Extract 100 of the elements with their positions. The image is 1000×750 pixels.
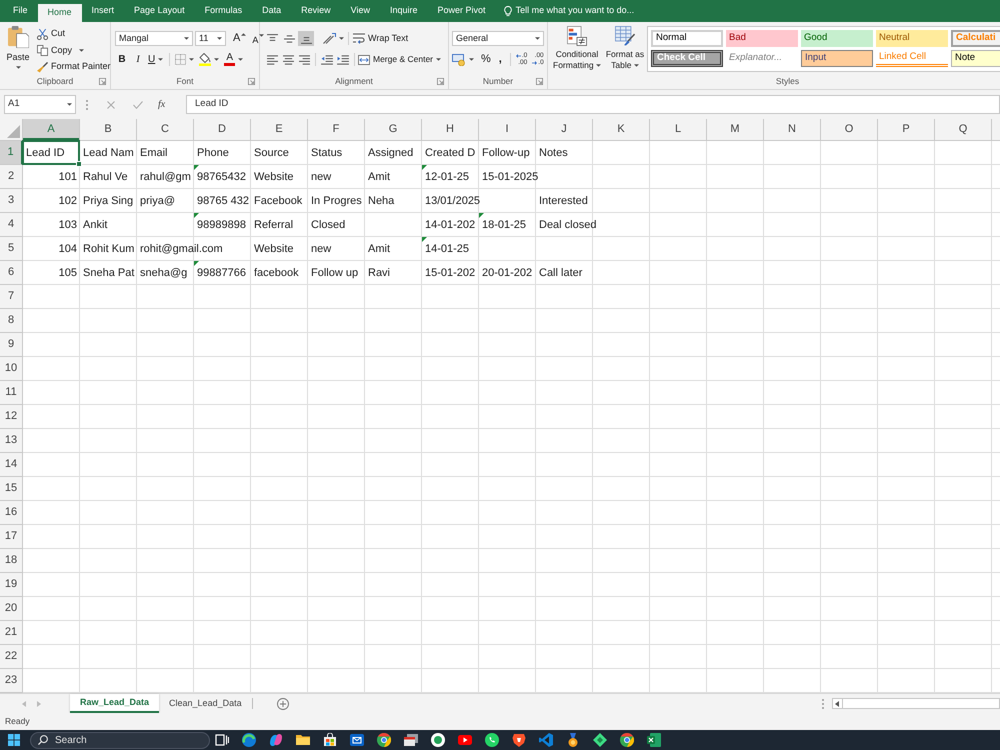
folder-icon[interactable] — [296, 733, 310, 747]
row-header[interactable]: 11 — [0, 381, 23, 405]
font-size-select[interactable]: 11 — [195, 31, 226, 46]
row-header[interactable]: 2 — [0, 165, 23, 189]
row-header[interactable]: 20 — [0, 597, 23, 621]
row-header[interactable]: 23 — [0, 669, 23, 693]
mail-icon[interactable] — [350, 733, 364, 747]
menu-tab[interactable]: View — [340, 0, 380, 22]
row-header[interactable]: 22 — [0, 645, 23, 669]
row-header[interactable]: 19 — [0, 573, 23, 597]
italic-button[interactable]: I — [131, 52, 145, 67]
merge-center-button[interactable]: Merge & Center — [358, 52, 441, 67]
row-header[interactable]: 3 — [0, 189, 23, 213]
shopping-bag-icon[interactable] — [323, 733, 337, 747]
row-header[interactable]: 14 — [0, 453, 23, 477]
start-icon[interactable] — [8, 734, 20, 746]
column-header[interactable]: M — [707, 119, 764, 140]
row-header[interactable]: 16 — [0, 501, 23, 525]
diamond-icon[interactable] — [593, 733, 607, 747]
swirl-circle-icon[interactable] — [242, 733, 256, 747]
shrink-font-button[interactable]: A — [250, 31, 266, 46]
row-header[interactable]: 17 — [0, 525, 23, 549]
menu-tab[interactable]: Review — [291, 0, 341, 22]
spreadsheet-icon[interactable] — [647, 733, 661, 747]
horizontal-scrollbar[interactable] — [832, 698, 1000, 709]
browser-icon[interactable] — [620, 733, 634, 747]
column-header[interactable]: G — [365, 119, 422, 140]
play-icon[interactable] — [458, 733, 472, 747]
medal-icon[interactable] — [566, 733, 580, 747]
copy-button[interactable]: Copy — [37, 44, 111, 58]
underline-button[interactable]: U — [147, 52, 164, 67]
vertical-align-button[interactable] — [298, 31, 314, 46]
percent-style-button[interactable]: % — [478, 52, 494, 67]
row-header[interactable]: 18 — [0, 549, 23, 573]
column-header[interactable]: B — [80, 119, 137, 140]
row-header[interactable]: 21 — [0, 621, 23, 645]
conditional-formatting-button[interactable]: Conditional Formatting — [550, 26, 604, 74]
task-view-icon[interactable] — [215, 733, 229, 747]
dialog-launcher-icon[interactable] — [437, 78, 444, 85]
column-header[interactable]: J — [536, 119, 593, 140]
cell-style-option[interactable]: Input — [801, 50, 873, 67]
cell-style-option[interactable]: Neutral — [876, 30, 948, 47]
menu-tab[interactable]: Power Pivot — [428, 0, 496, 22]
dialog-launcher-icon[interactable] — [536, 78, 543, 85]
paste-button[interactable]: Paste — [5, 26, 31, 73]
cell-style-option[interactable]: Bad — [726, 30, 798, 47]
menu-tab[interactable]: Insert — [82, 0, 124, 22]
sheet-tab[interactable]: Clean_Lead_Data — [159, 694, 252, 713]
column-header[interactable]: O — [821, 119, 878, 140]
insert-function-button[interactable]: fx — [158, 100, 166, 110]
menu-tab[interactable]: Page Layout — [124, 0, 195, 22]
dialog-launcher-icon[interactable] — [248, 78, 255, 85]
fill-color-button[interactable] — [199, 52, 220, 67]
row-header[interactable]: 5 — [0, 237, 23, 261]
row-header[interactable]: 1 — [0, 141, 23, 165]
borders-button[interactable] — [175, 52, 194, 67]
scroll-left-icon[interactable] — [835, 700, 839, 706]
row-header[interactable]: 7 — [0, 285, 23, 309]
cell-style-option[interactable]: Good — [801, 30, 873, 47]
cell-style-option[interactable]: Explanator... — [726, 50, 798, 67]
row-header[interactable]: 9 — [0, 333, 23, 357]
number-format-select[interactable]: General — [452, 31, 544, 46]
shield-icon[interactable] — [512, 733, 526, 747]
phone-circle-icon[interactable] — [485, 733, 499, 747]
menu-tab[interactable]: Formulas — [194, 0, 252, 22]
column-header[interactable]: P — [878, 119, 935, 140]
fill-handle-icon[interactable] — [76, 161, 82, 167]
comma-style-button[interactable]: , — [496, 52, 505, 67]
format-as-table-button[interactable]: Format as Table — [604, 26, 646, 74]
column-header[interactable]: E — [251, 119, 308, 140]
browser-icon[interactable] — [377, 733, 391, 747]
cell-style-option[interactable]: Note — [951, 50, 1000, 67]
column-header[interactable]: H — [422, 119, 479, 140]
menu-tab[interactable]: File — [3, 0, 38, 22]
circle-dot-icon[interactable] — [431, 733, 445, 747]
cut-button[interactable]: Cut — [37, 27, 111, 41]
column-header[interactable]: A — [23, 119, 80, 140]
code-editor-icon[interactable] — [539, 733, 553, 747]
column-header[interactable]: N — [764, 119, 821, 140]
sheet-tab[interactable]: Raw_Lead_Data — [70, 694, 160, 713]
window-stack-icon[interactable] — [404, 733, 418, 747]
column-header[interactable]: Q — [935, 119, 992, 140]
menu-tab[interactable]: Data — [252, 0, 292, 22]
row-header[interactable]: 12 — [0, 405, 23, 429]
orientation-button[interactable] — [323, 31, 344, 46]
row-header[interactable]: 8 — [0, 309, 23, 333]
formula-field[interactable]: Lead ID — [186, 95, 1000, 114]
column-header[interactable]: C — [137, 119, 194, 140]
column-header[interactable]: K — [593, 119, 650, 140]
format-painter-button[interactable]: Format Painter — [37, 60, 111, 74]
menu-tab[interactable]: Home — [38, 4, 82, 22]
swirl-icon[interactable] — [269, 733, 283, 747]
menu-tab[interactable]: Inquire — [380, 0, 428, 22]
name-box[interactable]: A1 — [4, 95, 76, 114]
row-header[interactable]: 10 — [0, 357, 23, 381]
tell-me-field[interactable]: Tell me what you want to do... — [504, 0, 634, 22]
accounting-format-button[interactable] — [452, 52, 474, 67]
wrap-text-button[interactable]: Wrap Text — [353, 31, 408, 46]
dialog-launcher-icon[interactable] — [99, 78, 106, 85]
column-header[interactable]: D — [194, 119, 251, 140]
